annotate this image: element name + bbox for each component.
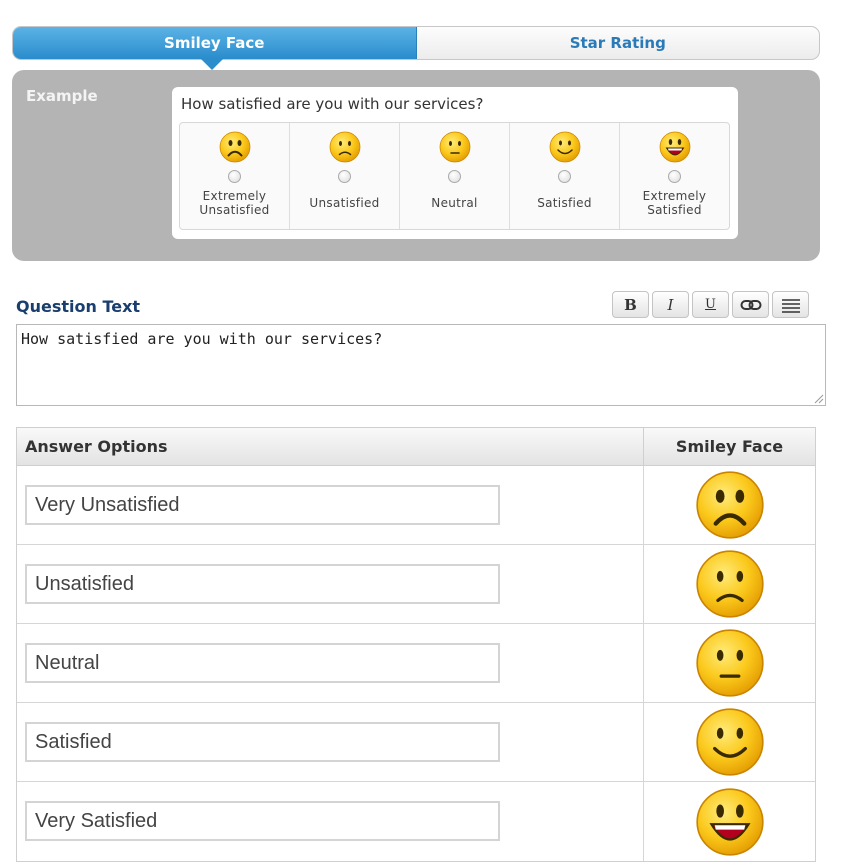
example-option-label: Extremely Unsatisfied bbox=[199, 189, 270, 217]
smiley-face-header: Smiley Face bbox=[675, 437, 784, 456]
example-label: Example bbox=[26, 87, 98, 105]
table-row bbox=[17, 466, 815, 545]
neutral-face-icon bbox=[439, 131, 471, 163]
answer-option-input[interactable] bbox=[25, 722, 500, 762]
option-radio[interactable] bbox=[228, 170, 241, 183]
very-satisfied-face-icon bbox=[659, 131, 691, 163]
align-button[interactable] bbox=[772, 291, 809, 318]
answer-option-input[interactable] bbox=[25, 564, 500, 604]
satisfied-face-icon bbox=[695, 707, 765, 777]
satisfied-face-icon bbox=[549, 131, 581, 163]
option-radio[interactable] bbox=[668, 170, 681, 183]
answer-options-table: Answer Options Smiley Face bbox=[16, 427, 816, 862]
unsatisfied-face-icon bbox=[695, 549, 765, 619]
example-option: Extremely Satisfied bbox=[620, 123, 729, 229]
example-option-label: Neutral bbox=[431, 196, 478, 210]
tab-star-rating[interactable]: Star Rating bbox=[417, 27, 820, 59]
example-option-label: Extremely Satisfied bbox=[642, 189, 707, 217]
example-option: Satisfied bbox=[510, 123, 620, 229]
question-text-label: Question Text bbox=[16, 297, 141, 316]
option-radio[interactable] bbox=[338, 170, 351, 183]
table-row bbox=[17, 782, 815, 861]
active-tab-pointer bbox=[201, 59, 223, 70]
resize-grip-icon[interactable] bbox=[812, 392, 824, 404]
example-option: Extremely Unsatisfied bbox=[180, 123, 290, 229]
very-unsatisfied-face-icon bbox=[219, 131, 251, 163]
very-satisfied-face-icon bbox=[695, 787, 765, 857]
formatting-toolbar: B I U bbox=[612, 291, 809, 318]
example-option-label: Satisfied bbox=[537, 196, 592, 210]
unsatisfied-face-icon bbox=[329, 131, 361, 163]
align-icon bbox=[781, 298, 800, 313]
table-row bbox=[17, 703, 815, 782]
neutral-face-icon bbox=[695, 628, 765, 698]
question-text-input[interactable]: How satisfied are you with our services? bbox=[16, 324, 826, 406]
option-radio[interactable] bbox=[558, 170, 571, 183]
example-preview-card: How satisfied are you with our services?… bbox=[172, 87, 738, 239]
example-options-grid: Extremely Unsatisfied Unsatisfied Neutra… bbox=[179, 122, 730, 230]
example-question: How satisfied are you with our services? bbox=[181, 95, 484, 113]
link-icon bbox=[740, 299, 761, 310]
underline-button[interactable]: U bbox=[692, 291, 729, 318]
answer-option-input[interactable] bbox=[25, 485, 500, 525]
answer-options-header: Answer Options bbox=[17, 428, 644, 465]
tab-smiley-face[interactable]: Smiley Face bbox=[13, 27, 417, 59]
answer-option-input[interactable] bbox=[25, 643, 500, 683]
very-unsatisfied-face-icon bbox=[695, 470, 765, 540]
tab-bar: Smiley Face Star Rating bbox=[12, 26, 820, 60]
table-row bbox=[17, 624, 815, 703]
example-option: Unsatisfied bbox=[290, 123, 400, 229]
table-row bbox=[17, 545, 815, 624]
table-header: Answer Options Smiley Face bbox=[17, 428, 815, 466]
example-panel: Example How satisfied are you with our s… bbox=[12, 70, 820, 261]
option-radio[interactable] bbox=[448, 170, 461, 183]
example-option-label: Unsatisfied bbox=[309, 196, 380, 210]
example-option: Neutral bbox=[400, 123, 510, 229]
link-button[interactable] bbox=[732, 291, 769, 318]
italic-button[interactable]: I bbox=[652, 291, 689, 318]
answer-option-input[interactable] bbox=[25, 801, 500, 841]
bold-button[interactable]: B bbox=[612, 291, 649, 318]
